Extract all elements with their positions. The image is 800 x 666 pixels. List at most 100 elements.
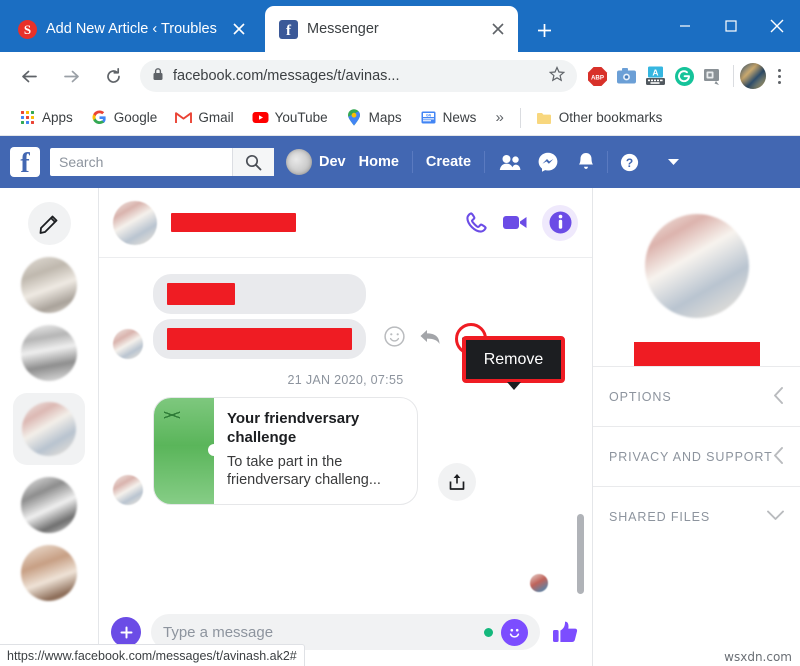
list-item[interactable] [21,477,77,533]
section-privacy-and-support[interactable]: PRIVACY AND SUPPORT [593,426,800,486]
message-scrollbar[interactable] [577,514,584,594]
close-icon[interactable] [229,19,249,39]
video-camera-icon[interactable] [502,213,528,232]
seen-avatar [530,574,548,592]
list-item-selected[interactable] [13,393,85,465]
toolbar-divider [733,65,734,87]
card-body: To take part in the friendversary challe… [227,453,381,489]
emoji-icon[interactable] [384,326,405,352]
section-label: SHARED FILES [609,509,711,524]
screenshot-icon[interactable] [701,64,725,88]
message-bubble[interactable] [153,319,366,359]
nav-divider [484,151,486,173]
help-icon[interactable]: ? [612,147,646,177]
three-dot-menu-icon[interactable] [766,68,792,84]
contact-large-avatar[interactable] [644,214,749,318]
conversation-rail [0,188,99,666]
online-status-dot [484,627,493,637]
grammarly-icon[interactable] [672,64,696,88]
bookmark-label: News [442,110,477,125]
svg-text:GN: GN [426,113,432,117]
avatar [113,474,143,505]
nav-create[interactable]: Create [413,154,484,170]
nav-home[interactable]: Home [346,154,412,170]
message-bubble[interactable] [153,274,366,314]
reply-arrow-icon[interactable] [419,328,441,351]
message-text-redacted [167,283,235,305]
section-label: OPTIONS [609,389,672,404]
thumbs-up-icon[interactable] [550,620,580,645]
maximize-icon[interactable] [708,6,754,46]
message-text-redacted [167,328,352,350]
close-icon[interactable] [488,19,508,39]
chevron-down-icon[interactable] [656,147,690,177]
card-row: Your friendversary challenge To take par… [113,397,578,505]
compose-icon[interactable] [27,202,71,245]
status-url-text: https://www.facebook.com/messages/t/avin… [7,648,297,663]
svg-text:A: A [652,67,658,77]
bookmark-divider [519,107,521,128]
tab-add-new-article[interactable]: S Add New Article ‹ Troubles [4,6,259,52]
bookmark-youtube[interactable]: YouTube [243,105,337,131]
youtube-icon [252,109,269,126]
bookmark-label: Gmail [198,110,234,125]
camera-icon[interactable] [614,64,638,88]
search-placeholder: Search [59,154,104,170]
search-input[interactable]: Search [50,148,274,176]
tab-messenger[interactable]: f Messenger [265,6,518,52]
gmail-icon [175,109,193,126]
forward-arrow-icon[interactable] [54,59,88,93]
avatar[interactable] [113,200,157,245]
profile-link[interactable]: Dev [286,149,346,175]
notifications-icon[interactable] [569,147,603,177]
contact-name-redacted [633,342,760,366]
bookmark-google[interactable]: Google [82,105,167,131]
bookmark-maps[interactable]: Maps [337,105,411,131]
bookmark-news[interactable]: GN News [411,105,486,131]
folder-icon [536,109,553,126]
tab-title: Messenger [307,21,379,37]
adblock-plus-icon[interactable]: ABP [585,64,609,88]
card-title: Your friendversary challenge [227,410,360,446]
list-item[interactable] [21,325,77,381]
star-icon[interactable] [548,65,566,87]
phone-icon[interactable] [465,211,488,234]
tab-title: Add New Article ‹ Troubles [46,21,217,37]
tooltip-label: Remove [483,350,544,368]
bookmark-label: Maps [368,110,402,125]
other-bookmarks-label: Other bookmarks [558,110,663,125]
profile-name: Dev [319,154,346,170]
list-item[interactable] [21,257,77,313]
info-icon[interactable] [542,204,578,241]
keyboard-icon[interactable]: A [643,64,667,88]
other-bookmarks-folder[interactable]: Other bookmarks [527,105,672,131]
chevron-down-icon [767,510,784,524]
bookmarks-overflow-button[interactable]: » [485,109,513,126]
search-icon[interactable] [232,148,274,176]
facebook-action-icons: ? [493,147,690,177]
message-list: Remove 21 JAN 2020, 07:55 Your friendver… [99,258,592,598]
close-icon[interactable] [754,6,800,46]
bookmark-apps[interactable]: Apps [10,105,82,131]
new-tab-button[interactable] [530,16,558,44]
reload-icon[interactable] [96,59,130,93]
address-bar[interactable]: facebook.com/messages/t/avinas... [140,60,577,92]
red-circle-icon: S [18,19,37,39]
minimize-icon[interactable] [662,6,708,46]
share-icon[interactable] [438,462,476,501]
section-shared-files[interactable]: SHARED FILES [593,486,800,546]
section-options[interactable]: OPTIONS [593,366,800,426]
bookmark-gmail[interactable]: Gmail [166,105,242,131]
messenger-icon[interactable] [531,147,565,177]
extension-icons: ABP A [585,64,727,88]
facebook-logo-icon[interactable]: f [10,147,40,178]
avatar [113,329,143,359]
bookmark-label: Google [113,110,158,125]
plus-icon[interactable] [111,617,141,647]
browser-profile-avatar[interactable] [740,63,766,89]
friend-requests-icon[interactable] [493,147,527,177]
smiley-icon[interactable] [501,618,528,646]
back-arrow-icon[interactable] [12,59,46,93]
list-item[interactable] [21,545,77,601]
friendversary-card[interactable]: Your friendversary challenge To take par… [153,397,418,505]
